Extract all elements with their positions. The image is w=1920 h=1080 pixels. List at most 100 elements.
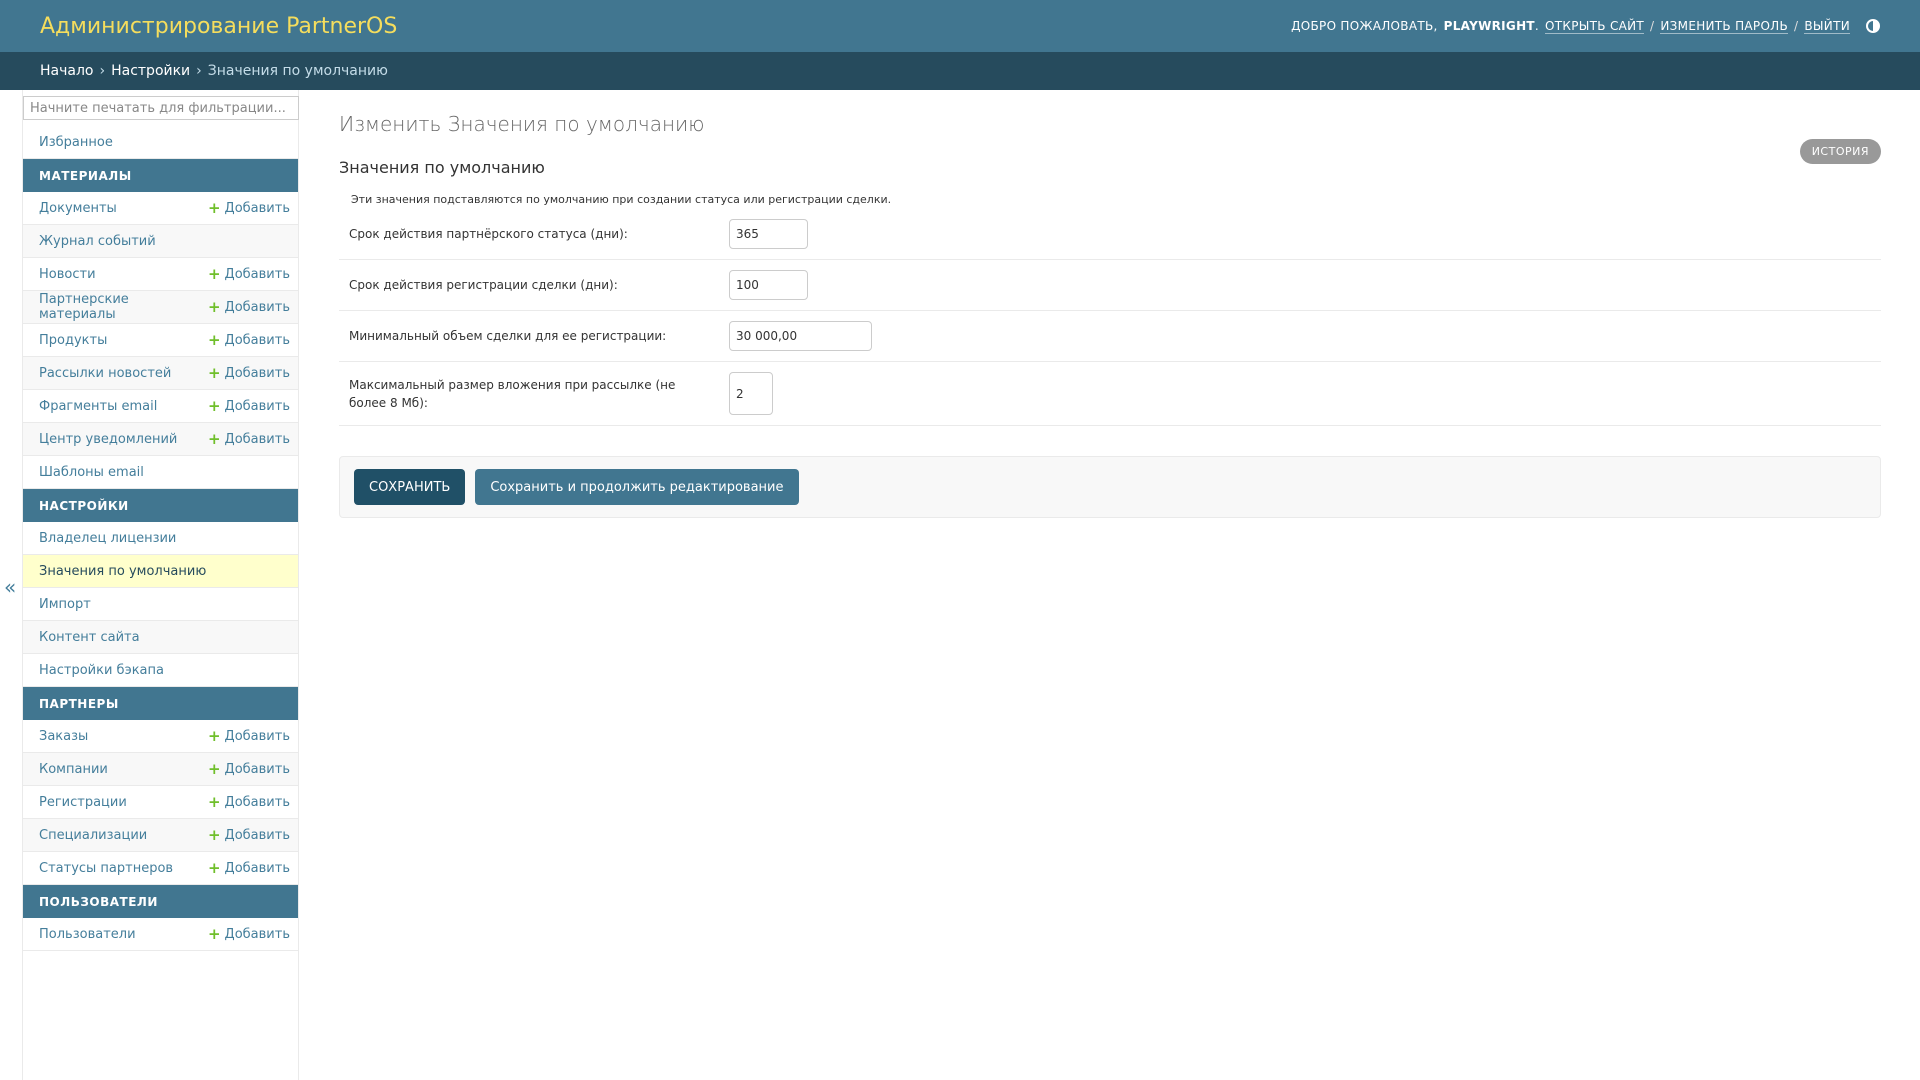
- add-link-label: Добавить: [224, 200, 290, 216]
- field-label: Минимальный объем сделки для ее регистра…: [349, 329, 667, 343]
- module-caption[interactable]: Настройки: [23, 489, 298, 522]
- sidebar-item-label[interactable]: Продукты: [39, 333, 107, 348]
- sidebar-item-label[interactable]: Фрагменты email: [39, 399, 157, 414]
- form-row: Срок действия регистрации сделки (дни):: [339, 260, 1881, 311]
- module-caption[interactable]: Партнеры: [23, 687, 298, 720]
- sidebar-item-label[interactable]: Журнал событий: [39, 234, 156, 249]
- plus-icon: +: [207, 363, 221, 382]
- max-attachment-size-field[interactable]: [729, 372, 773, 415]
- sidebar-item-label[interactable]: Компании: [39, 762, 108, 777]
- add-link-label: Добавить: [224, 827, 290, 843]
- sidebar-item[interactable]: Партнерские материалы + Добавить: [23, 291, 298, 324]
- add-link[interactable]: + Добавить: [207, 759, 290, 778]
- submit-row: Сохранить Сохранить и продолжить редакти…: [339, 456, 1881, 518]
- sidebar-item[interactable]: Компании + Добавить: [23, 753, 298, 786]
- module-caption[interactable]: Пользователи: [23, 885, 298, 918]
- add-link[interactable]: + Добавить: [207, 198, 290, 217]
- sidebar-item[interactable]: Заказы + Добавить: [23, 720, 298, 753]
- breadcrumb-section[interactable]: Настройки: [111, 63, 190, 79]
- breadcrumb-home[interactable]: Начало: [40, 63, 93, 79]
- add-link-label: Добавить: [224, 299, 290, 315]
- change-password-link[interactable]: Изменить пароль: [1660, 19, 1789, 34]
- sidebar-item-label[interactable]: Новости: [39, 267, 96, 282]
- sidebar-item[interactable]: Контент сайта: [23, 621, 298, 654]
- sidebar-item-label[interactable]: Настройки бэкапа: [39, 663, 164, 678]
- deal-registration-duration-field[interactable]: [729, 270, 808, 300]
- username: playwright: [1443, 19, 1535, 33]
- breadcrumb-separator: ›: [196, 63, 202, 79]
- nav-filter-input[interactable]: [23, 96, 299, 120]
- sidebar-item[interactable]: Шаблоны email: [23, 456, 298, 489]
- sidebar-item-label[interactable]: Владелец лицензии: [39, 531, 176, 546]
- sidebar-item-label[interactable]: Рассылки новостей: [39, 366, 171, 381]
- sidebar-item-label[interactable]: Партнерские материалы: [39, 292, 208, 322]
- add-link[interactable]: + Добавить: [208, 266, 290, 282]
- add-link[interactable]: + Добавить: [207, 363, 290, 382]
- add-link[interactable]: + Добавить: [208, 827, 290, 843]
- history-button[interactable]: История: [1799, 139, 1881, 164]
- sidebar-item-label[interactable]: Специализации: [39, 828, 147, 843]
- plus-icon: +: [207, 198, 221, 217]
- add-link[interactable]: + Добавить: [207, 330, 290, 349]
- sidebar-item-label[interactable]: Заказы: [39, 729, 88, 744]
- min-deal-volume-field[interactable]: [729, 321, 872, 351]
- field-label: Максимальный размер вложения при рассылк…: [349, 377, 676, 410]
- site-branding[interactable]: Администрирование PartnerOS: [40, 14, 397, 39]
- sidebar-item-label[interactable]: Значения по умолчанию: [39, 564, 206, 579]
- sidebar-item[interactable]: Фрагменты email + Добавить: [23, 390, 298, 423]
- sidebar-item[interactable]: Пользователи + Добавить: [23, 918, 298, 951]
- plus-icon: +: [207, 429, 221, 448]
- sidebar-item[interactable]: Импорт: [23, 588, 298, 621]
- add-link[interactable]: + Добавить: [207, 396, 290, 415]
- sidebar-item[interactable]: Статусы партнеров + Добавить: [23, 852, 298, 885]
- add-link[interactable]: + Добавить: [208, 794, 290, 810]
- tool-separator: /: [1650, 19, 1655, 33]
- add-link[interactable]: + Добавить: [207, 858, 290, 877]
- sidebar-item[interactable]: Регистрации + Добавить: [23, 786, 298, 819]
- plus-icon: +: [207, 396, 221, 415]
- logout-link[interactable]: Выйти: [1804, 19, 1850, 34]
- sidebar-item[interactable]: Документы + Добавить: [23, 192, 298, 225]
- view-site-link[interactable]: Открыть сайт: [1545, 19, 1645, 34]
- plus-icon: +: [207, 297, 221, 316]
- plus-icon: +: [207, 858, 221, 877]
- sidebar-item[interactable]: Владелец лицензии: [23, 522, 298, 555]
- sidebar-item-label[interactable]: Регистрации: [39, 795, 127, 810]
- sidebar-item-label[interactable]: Пользователи: [39, 927, 136, 942]
- sidebar-item-label[interactable]: Статусы партнеров: [39, 861, 173, 876]
- sidebar-item[interactable]: Новости + Добавить: [23, 258, 298, 291]
- breadcrumb-current: Значения по умолчанию: [207, 63, 388, 79]
- add-link[interactable]: + Добавить: [207, 297, 290, 316]
- plus-icon: +: [207, 330, 221, 349]
- sidebar-item[interactable]: Продукты + Добавить: [23, 324, 298, 357]
- sidebar-item[interactable]: Настройки бэкапа: [23, 654, 298, 687]
- status-duration-field[interactable]: [729, 218, 808, 249]
- add-link[interactable]: + Добавить: [207, 429, 290, 448]
- add-link-label: Добавить: [224, 332, 290, 348]
- add-link[interactable]: + Добавить: [208, 728, 290, 744]
- sidebar-item[interactable]: Журнал событий: [23, 225, 298, 258]
- sidebar-item-label[interactable]: Импорт: [39, 597, 91, 612]
- sidebar-item-label[interactable]: Документы: [39, 201, 117, 216]
- sidebar-item[interactable]: Рассылки новостей + Добавить: [23, 357, 298, 390]
- module-caption[interactable]: Материалы: [23, 159, 298, 192]
- sidebar-item-favorites[interactable]: Избранное: [23, 126, 298, 159]
- sidebar-item[interactable]: Центр уведомлений + Добавить: [23, 423, 298, 456]
- sidebar-item-label[interactable]: Шаблоны email: [39, 465, 144, 480]
- add-link[interactable]: + Добавить: [208, 926, 290, 942]
- nav-modules: Материалы Документы + Добавить Журнал событи…: [23, 159, 298, 951]
- sidebar-item-label[interactable]: Контент сайта: [39, 630, 140, 645]
- welcome-text: Добро пожаловать,: [1291, 19, 1438, 33]
- sidebar-item-label[interactable]: Центр уведомлений: [39, 432, 177, 447]
- add-link-label: Добавить: [224, 860, 290, 876]
- field-label: Срок действия регистрации сделки (дни):: [349, 278, 618, 292]
- save-and-continue-button[interactable]: Сохранить и продолжить редактирование: [475, 469, 799, 505]
- theme-toggle-icon[interactable]: [1866, 19, 1880, 33]
- collapse-sidebar-icon[interactable]: «: [4, 575, 20, 599]
- sidebar-item[interactable]: Значения по умолчанию: [23, 555, 298, 588]
- save-button[interactable]: Сохранить: [354, 469, 466, 505]
- sidebar-item[interactable]: Специализации + Добавить: [23, 819, 298, 852]
- plus-icon: +: [207, 759, 221, 778]
- form-row: Срок действия партнёрского статуса (дни)…: [339, 208, 1881, 260]
- sidebar-item-label[interactable]: Избранное: [39, 135, 113, 150]
